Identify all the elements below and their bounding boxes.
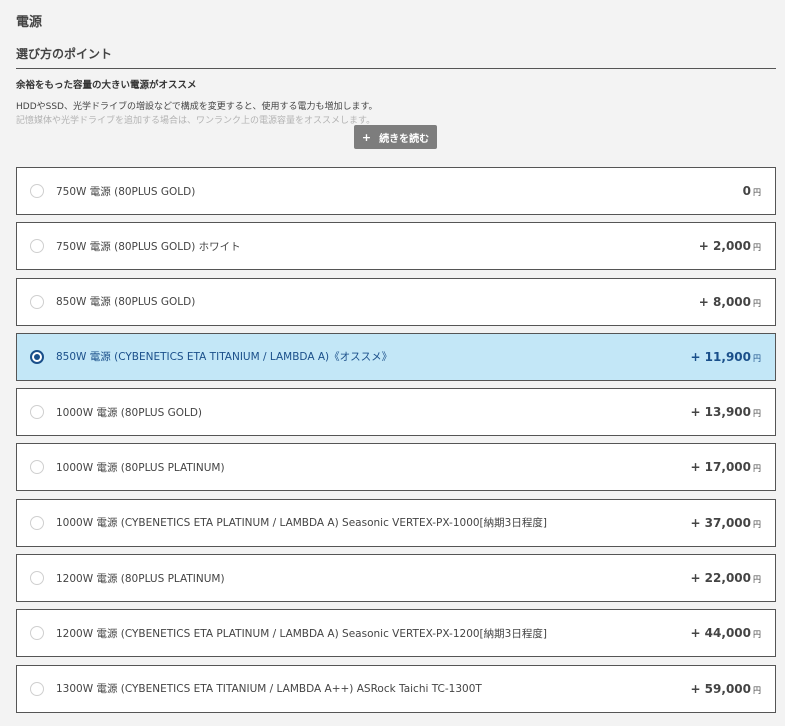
power-supply-option[interactable]: 1200W 電源 (80PLUS PLATINUM) + 22,000 円 bbox=[16, 554, 776, 603]
option-price-unit: 円 bbox=[753, 298, 761, 308]
power-supply-option[interactable]: 850W 電源 (80PLUS GOLD) + 8,000 円 bbox=[16, 277, 776, 326]
guide-text: HDDやSSD、光学ドライブの増設などで構成を変更すると、使用する電力も増加しま… bbox=[16, 100, 756, 128]
option-label: 1200W 電源 (CYBENETICS ETA PLATINUM / LAMB… bbox=[56, 627, 547, 640]
option-price: + 8,000 円 bbox=[699, 295, 761, 309]
option-price-unit: 円 bbox=[753, 188, 761, 197]
option-label: 850W 電源 (CYBENETICS ETA TITANIUM / LAMBD… bbox=[56, 351, 393, 364]
option-price-amount: + 8,000 bbox=[698, 294, 751, 309]
option-price-amount: + 13,900 bbox=[690, 405, 751, 420]
power-supply-option[interactable]: 1000W 電源 (CYBENETICS ETA PLATINUM / LAMB… bbox=[16, 498, 776, 547]
option-label: 1000W 電源 (80PLUS GOLD) bbox=[56, 406, 203, 419]
option-price-amount: + 22,000 bbox=[690, 571, 751, 586]
option-price: + 37,000 円 bbox=[690, 516, 761, 530]
radio-unselected-icon[interactable] bbox=[30, 515, 44, 530]
radio-unselected-icon[interactable] bbox=[30, 405, 44, 420]
option-price-unit: 円 bbox=[753, 243, 761, 253]
radio-unselected-icon[interactable] bbox=[30, 184, 44, 198]
radio-unselected-icon[interactable] bbox=[30, 571, 44, 586]
option-price-amount: + 2,000 bbox=[698, 239, 751, 254]
power-supply-option[interactable]: 750W 電源 (80PLUS GOLD) 0 円 bbox=[16, 167, 776, 215]
option-price-amount: + 17,000 bbox=[690, 460, 751, 475]
power-supply-option[interactable]: 1300W 電源 (CYBENETICS ETA TITANIUM / LAMB… bbox=[16, 664, 776, 713]
power-supply-option[interactable]: 1200W 電源 (CYBENETICS ETA PLATINUM / LAMB… bbox=[16, 609, 776, 658]
radio-selected-icon[interactable] bbox=[30, 349, 44, 364]
option-price-unit: 円 bbox=[753, 630, 761, 640]
option-price-unit: 円 bbox=[753, 464, 761, 474]
read-more-button[interactable]: + 続きを読む bbox=[354, 125, 437, 149]
option-label: 1000W 電源 (CYBENETICS ETA PLATINUM / LAMB… bbox=[56, 517, 547, 530]
option-price-unit: 円 bbox=[753, 685, 761, 695]
section-title: 電源 bbox=[16, 15, 43, 30]
option-price: + 13,900 円 bbox=[690, 405, 761, 419]
option-price-amount: 0 bbox=[742, 184, 751, 198]
option-price-unit: 円 bbox=[753, 353, 761, 363]
plus-icon: + bbox=[361, 130, 372, 144]
radio-unselected-icon[interactable] bbox=[30, 681, 44, 696]
power-supply-option[interactable]: 1000W 電源 (80PLUS PLATINUM) + 17,000 円 bbox=[16, 443, 776, 492]
option-price-unit: 円 bbox=[753, 519, 761, 529]
option-price-unit: 円 bbox=[753, 575, 761, 585]
option-label: 1300W 電源 (CYBENETICS ETA TITANIUM / LAMB… bbox=[56, 683, 482, 696]
radio-unselected-icon[interactable] bbox=[30, 294, 44, 309]
option-price-amount: + 11,900 bbox=[690, 349, 751, 364]
guide-title: 選び方のポイント bbox=[16, 47, 113, 61]
option-label: 750W 電源 (80PLUS GOLD) ホワイト bbox=[56, 240, 241, 253]
read-more-label: 続きを読む bbox=[379, 133, 430, 145]
option-label: 850W 電源 (80PLUS GOLD) bbox=[56, 296, 196, 309]
option-price: + 59,000 円 bbox=[690, 682, 761, 696]
guide-text-line1: HDDやSSD、光学ドライブの増設などで構成を変更すると、使用する電力も増加しま… bbox=[16, 102, 378, 112]
option-price-amount: + 59,000 bbox=[690, 681, 751, 696]
option-price-unit: 円 bbox=[753, 409, 761, 419]
option-price-amount: + 44,000 bbox=[690, 626, 751, 641]
option-price: + 2,000 円 bbox=[699, 239, 761, 253]
power-supply-option[interactable]: 750W 電源 (80PLUS GOLD) ホワイト + 2,000 円 bbox=[16, 222, 776, 271]
radio-unselected-icon[interactable] bbox=[30, 460, 44, 475]
option-price: + 17,000 円 bbox=[690, 460, 761, 474]
radio-unselected-icon[interactable] bbox=[30, 626, 44, 641]
power-supply-options: 750W 電源 (80PLUS GOLD) 0 円 750W 電源 (80PLUS G… bbox=[16, 167, 776, 720]
guide-subtitle: 余裕をもった容量の大きい電源がオススメ bbox=[16, 80, 197, 91]
power-supply-option[interactable]: 1000W 電源 (80PLUS GOLD) + 13,900 円 bbox=[16, 388, 776, 437]
guide-divider bbox=[16, 68, 776, 69]
option-price: + 44,000 円 bbox=[690, 626, 761, 640]
option-price: 0円 bbox=[743, 184, 761, 198]
power-supply-option[interactable]: 850W 電源 (CYBENETICS ETA TITANIUM / LAMBD… bbox=[16, 332, 776, 381]
option-price-amount: + 37,000 bbox=[690, 515, 751, 530]
option-label: 1200W 電源 (80PLUS PLATINUM) bbox=[56, 572, 225, 585]
radio-unselected-icon[interactable] bbox=[30, 239, 44, 254]
option-price: + 22,000 円 bbox=[690, 571, 761, 585]
option-label: 1000W 電源 (80PLUS PLATINUM) bbox=[56, 461, 225, 474]
option-label: 750W 電源 (80PLUS GOLD) bbox=[56, 185, 196, 198]
option-price: + 11,900 円 bbox=[690, 350, 761, 364]
